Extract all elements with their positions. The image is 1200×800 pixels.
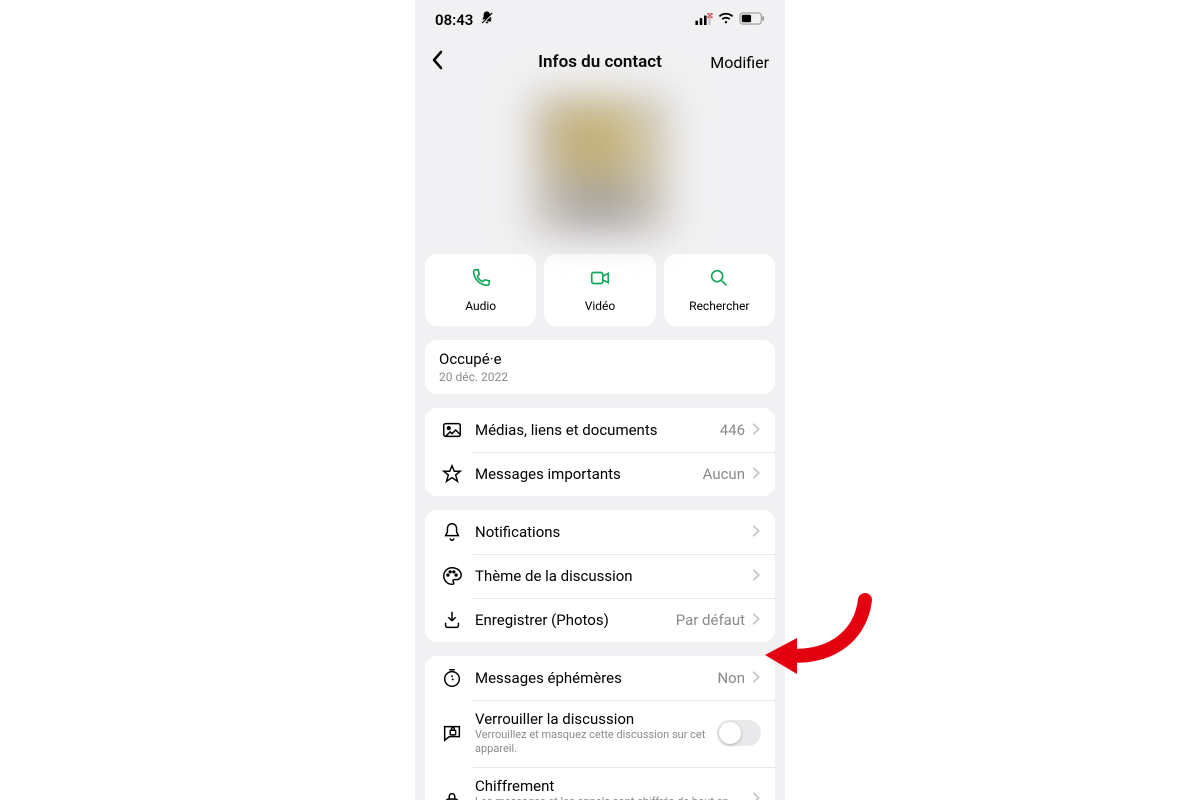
- nav-bar: Infos du contact Modifier: [415, 40, 785, 84]
- page-title: Infos du contact: [538, 52, 662, 72]
- save-photos-row[interactable]: Enregistrer (Photos) Par défaut: [425, 598, 775, 642]
- contact-avatar[interactable]: [530, 94, 670, 234]
- settings-section: Notifications Thème de la discussion Enr…: [425, 510, 775, 642]
- video-call-button[interactable]: Vidéo: [544, 254, 655, 326]
- action-label: Audio: [465, 299, 496, 313]
- cellular-icon: [695, 11, 713, 29]
- video-icon: [589, 267, 611, 293]
- status-card[interactable]: Occupé·e 20 déc. 2022: [425, 340, 775, 394]
- ephemeral-row[interactable]: Messages éphémères Non: [425, 656, 775, 700]
- status-right: [695, 11, 765, 29]
- lock-toggle[interactable]: [717, 720, 761, 746]
- starred-value: Aucun: [703, 465, 745, 483]
- content: Audio Vidéo Rechercher Occupé·e 20 déc. …: [415, 84, 785, 800]
- chevron-right-icon: [751, 421, 761, 440]
- save-value: Par défaut: [676, 611, 745, 629]
- status-left: 08:43: [435, 10, 495, 30]
- status-date: 20 déc. 2022: [439, 370, 761, 384]
- avatar-zone: [425, 84, 775, 254]
- action-label: Vidéo: [585, 299, 616, 313]
- encryption-row[interactable]: Chiffrement Les messages et les appels s…: [425, 767, 775, 800]
- media-section: Médias, liens et documents 446 Messages …: [425, 408, 775, 496]
- row-label: Verrouiller la discussion: [475, 710, 717, 728]
- action-row: Audio Vidéo Rechercher: [425, 254, 775, 326]
- privacy-section: Messages éphémères Non Verrouiller la di…: [425, 656, 775, 800]
- chevron-right-icon: [751, 790, 761, 800]
- row-label: Thème de la discussion: [475, 567, 751, 585]
- row-label: Messages éphémères: [475, 669, 717, 687]
- row-label: Notifications: [475, 523, 751, 541]
- chat-lock-icon: [439, 722, 465, 744]
- ephemeral-value: Non: [717, 669, 745, 687]
- row-sublabel: Verrouillez et masquez cette discussion …: [475, 728, 717, 757]
- bell-slash-icon: [479, 10, 495, 30]
- status-bar: 08:43: [415, 0, 785, 40]
- download-icon: [439, 609, 465, 631]
- back-button[interactable]: [431, 50, 443, 74]
- phone-frame: 08:43 Infos du contact Modifier: [415, 0, 785, 800]
- wifi-icon: [718, 11, 734, 29]
- action-label: Rechercher: [689, 299, 749, 313]
- palette-icon: [439, 565, 465, 587]
- row-label: Chiffrement: [475, 777, 751, 795]
- star-icon: [439, 463, 465, 485]
- lock-icon: [439, 789, 465, 800]
- notifications-row[interactable]: Notifications: [425, 510, 775, 554]
- starred-row[interactable]: Messages importants Aucun: [425, 452, 775, 496]
- chevron-right-icon: [751, 669, 761, 688]
- search-icon: [708, 267, 730, 293]
- status-text: Occupé·e: [439, 350, 761, 368]
- row-sublabel: Les messages et les appels sont chiffrés…: [475, 795, 751, 800]
- row-label: Messages importants: [475, 465, 703, 483]
- edit-button[interactable]: Modifier: [710, 53, 769, 72]
- media-count: 446: [720, 421, 745, 439]
- chevron-right-icon: [751, 611, 761, 630]
- lock-chat-row[interactable]: Verrouiller la discussion Verrouillez et…: [425, 700, 775, 767]
- chevron-right-icon: [751, 523, 761, 542]
- timer-icon: [439, 667, 465, 689]
- clock: 08:43: [435, 11, 473, 29]
- row-label: Médias, liens et documents: [475, 421, 720, 439]
- theme-row[interactable]: Thème de la discussion: [425, 554, 775, 598]
- search-button[interactable]: Rechercher: [664, 254, 775, 326]
- row-label: Enregistrer (Photos): [475, 611, 676, 629]
- battery-icon: [739, 11, 765, 29]
- bell-icon: [439, 521, 465, 543]
- audio-call-button[interactable]: Audio: [425, 254, 536, 326]
- phone-icon: [470, 267, 492, 293]
- chevron-right-icon: [751, 465, 761, 484]
- image-icon: [439, 419, 465, 441]
- media-row[interactable]: Médias, liens et documents 446: [425, 408, 775, 452]
- chevron-right-icon: [751, 567, 761, 586]
